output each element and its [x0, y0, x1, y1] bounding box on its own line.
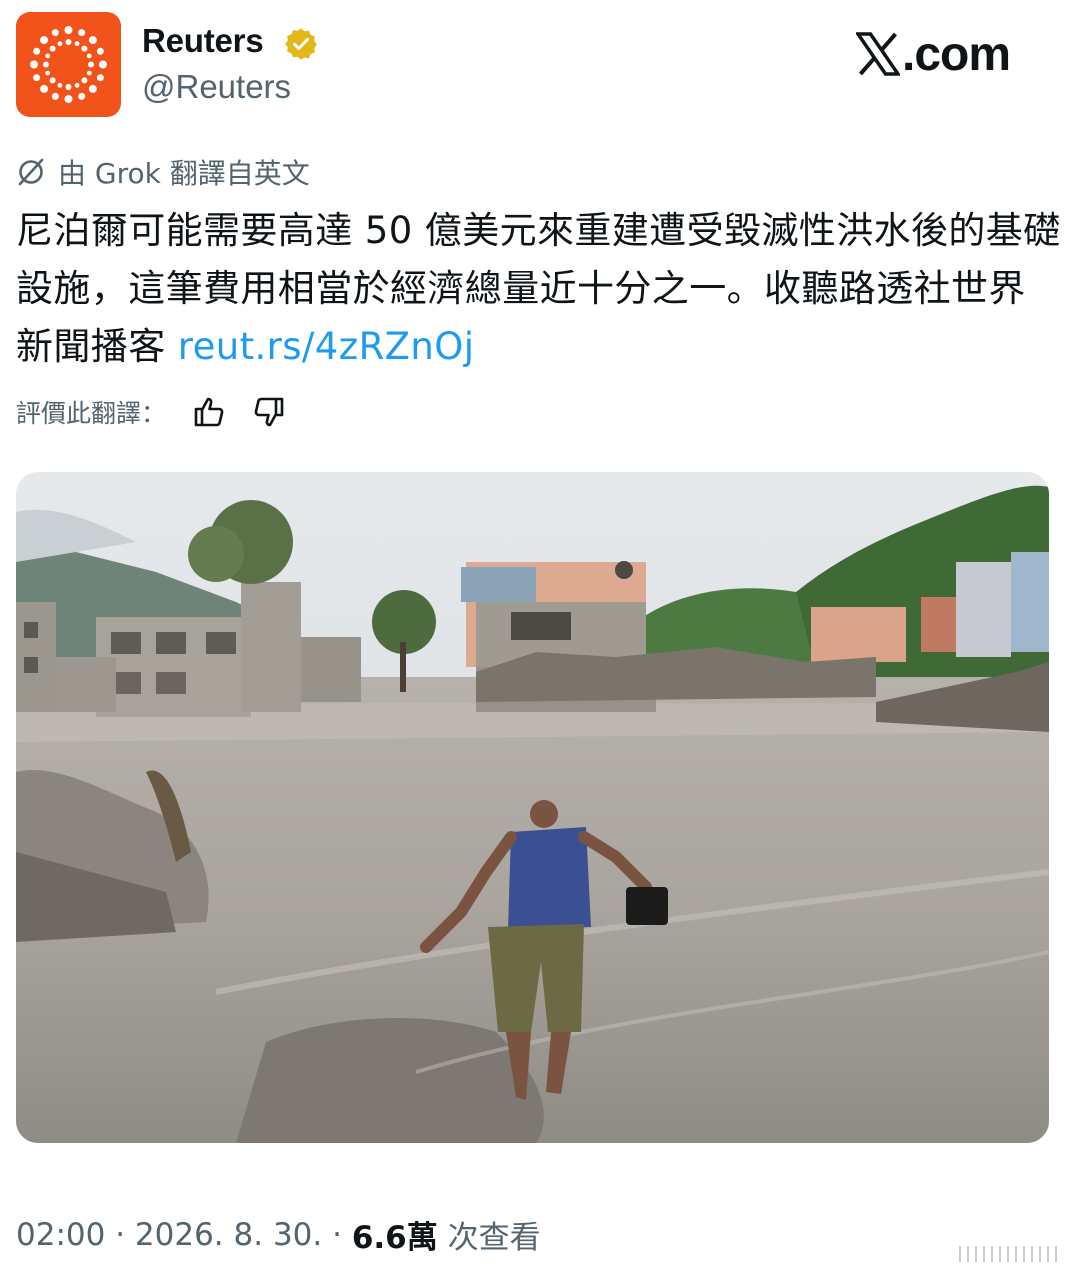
x-com-text: .com	[902, 27, 1011, 81]
tweet-link[interactable]: reut.rs/4zRZnOj	[178, 325, 475, 368]
tweet-date[interactable]: 2026. 8. 30.	[135, 1217, 322, 1253]
x-com-logo: .com	[856, 27, 1011, 81]
tweet-text: 尼泊爾可能需要高達 50 億美元來重建遭受毀滅性洪水後的基礎設施，這筆費用相當於…	[16, 202, 1061, 376]
x-logo-icon	[856, 32, 900, 76]
tweet-time[interactable]: 02:00	[16, 1217, 105, 1253]
tweet-photo[interactable]	[16, 472, 1049, 1143]
view-count-label: 次查看	[437, 1220, 541, 1256]
account-avatar[interactable]	[16, 12, 121, 117]
thumbs-down-button[interactable]	[252, 395, 286, 429]
tweet-body: 尼泊爾可能需要高達 50 億美元來重建遭受毀滅性洪水後的基礎設施，這筆費用相當於…	[16, 209, 1061, 368]
watermark-strokes	[959, 1246, 1057, 1262]
reuters-logo-icon	[30, 26, 107, 103]
meta-separator: ·	[105, 1216, 135, 1253]
thumbs-up-button[interactable]	[192, 395, 226, 429]
verified-badge-icon[interactable]	[284, 27, 318, 61]
account-handle[interactable]: @Reuters	[142, 68, 291, 106]
rate-label: 評價此翻譯：	[16, 399, 167, 428]
grok-icon	[18, 158, 44, 186]
thumbs-down-icon	[254, 397, 284, 427]
rate-translation: 評價此翻譯：	[16, 392, 286, 432]
thumbs-up-icon	[194, 397, 224, 427]
tweet-meta: 02:00 · 2026. 8. 30. · 6.6萬 次查看	[16, 1212, 541, 1257]
translation-label: 由 Grok 翻譯自英文	[58, 157, 310, 190]
translation-note[interactable]: 由 Grok 翻譯自英文	[16, 154, 310, 190]
meta-separator: ·	[322, 1216, 352, 1253]
flood-aftermath-image	[16, 472, 1049, 1143]
view-count: 6.6萬	[351, 1220, 438, 1256]
account-name[interactable]: Reuters	[142, 22, 264, 60]
